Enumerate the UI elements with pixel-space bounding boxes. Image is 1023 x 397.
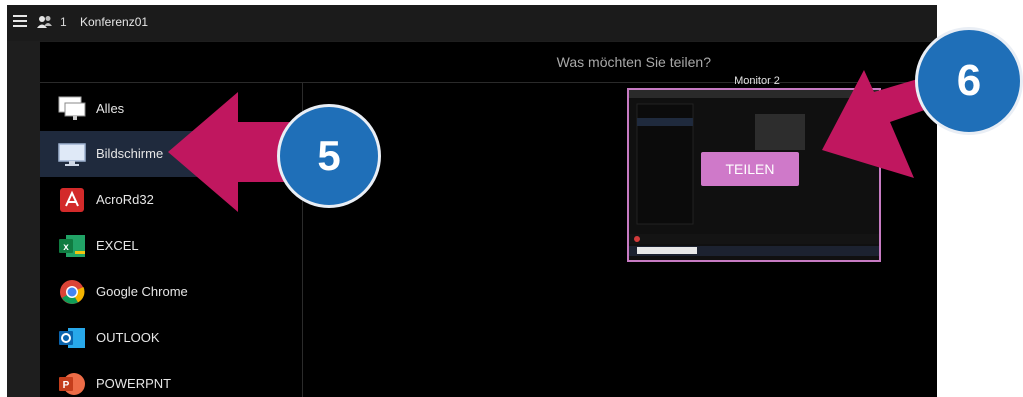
menu-icon[interactable] bbox=[13, 15, 27, 27]
share-source-list: Alles Bildschirme AcroRd32 x EXCEL Googl… bbox=[40, 83, 303, 397]
excel-icon: x bbox=[59, 235, 85, 257]
source-item-excel[interactable]: x EXCEL bbox=[40, 223, 302, 269]
chrome-icon bbox=[60, 280, 85, 304]
source-item-google-chrome[interactable]: Google Chrome bbox=[40, 269, 302, 315]
source-item-label: POWERPNT bbox=[96, 376, 172, 391]
participants-icon[interactable] bbox=[37, 15, 53, 29]
source-item-outlook[interactable]: OUTLOOK bbox=[40, 315, 302, 361]
acrobat-icon bbox=[60, 188, 84, 212]
source-item-label: Bildschirme bbox=[96, 146, 164, 161]
source-item-label: AcroRd32 bbox=[96, 192, 154, 207]
monitor-preview[interactable]: TEILEN bbox=[627, 88, 881, 262]
source-item-powerpnt[interactable]: P POWERPNT bbox=[40, 361, 302, 397]
source-item-acrord32[interactable]: AcroRd32 bbox=[40, 177, 302, 223]
outlook-icon bbox=[59, 328, 85, 348]
participant-count: 1 bbox=[60, 15, 67, 29]
source-item-label: Google Chrome bbox=[96, 284, 188, 299]
monitor-icon bbox=[58, 96, 86, 120]
dialog-title: Was möchten Sie teilen? bbox=[556, 54, 711, 70]
svg-text:x: x bbox=[63, 242, 69, 253]
monitor-icon bbox=[58, 143, 86, 166]
svg-text:P: P bbox=[63, 380, 70, 391]
powerpoint-icon: P bbox=[59, 373, 85, 395]
title-bar: 1 Konferenz01 bbox=[7, 5, 937, 41]
source-item-label: Alles bbox=[96, 101, 125, 116]
conference-app-window: 1 Konferenz01 Was möchten Sie teilen? Al… bbox=[7, 5, 937, 397]
source-item-alles[interactable]: Alles bbox=[40, 86, 302, 132]
source-item-bildschirme[interactable]: Bildschirme bbox=[40, 131, 302, 177]
share-button[interactable]: TEILEN bbox=[701, 152, 799, 186]
conference-name: Konferenz01 bbox=[80, 15, 149, 29]
callout-5: 5 bbox=[277, 104, 381, 208]
source-item-label: OUTLOOK bbox=[96, 330, 160, 345]
source-item-label: EXCEL bbox=[96, 238, 139, 253]
monitor-label: Monitor 2 bbox=[734, 75, 780, 87]
callout-6: 6 bbox=[915, 27, 1023, 135]
